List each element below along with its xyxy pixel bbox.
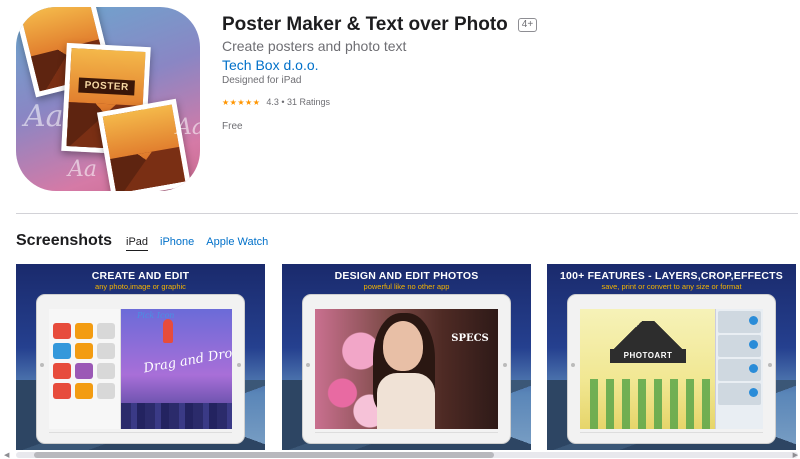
tablet-button xyxy=(768,363,772,367)
rating-row: ★★★★★ 4.3 • 31 Ratings xyxy=(222,97,330,107)
app-title: Poster Maker & Text over Photo xyxy=(222,14,508,35)
layer-item xyxy=(718,359,761,381)
tablet-camera xyxy=(40,363,44,367)
tablet-bottom-toolbar xyxy=(580,432,763,440)
city-skyline xyxy=(121,403,232,429)
tablet-frame: Pick Icon Drag and Drop xyxy=(36,294,245,444)
design-canvas: PHOTOART xyxy=(580,309,720,429)
tablet-bottom-toolbar xyxy=(49,432,232,440)
portrait-face xyxy=(383,321,423,371)
device-tabs: iPad iPhone Apple Watch xyxy=(126,236,268,251)
tab-iphone[interactable]: iPhone xyxy=(160,236,194,251)
tablet-toolbar xyxy=(49,301,232,307)
tablet-toolbar xyxy=(315,301,498,307)
photoart-badge: PHOTOART xyxy=(610,349,686,363)
tablet-screen: SPECS xyxy=(315,309,498,429)
screenshot-heading: 100+ FEATURES - LAYERS,CROP,EFFECTS xyxy=(560,270,783,282)
portrait-dress xyxy=(377,373,435,429)
poster-card xyxy=(96,98,192,191)
screenshots-title: Screenshots xyxy=(16,232,113,249)
script-aa-text: Aa xyxy=(24,99,64,134)
tablet-screen: Pick Icon Drag and Drop xyxy=(49,309,232,429)
app-subtitle: Create posters and photo text xyxy=(222,38,407,54)
tablet-bottom-toolbar xyxy=(315,432,498,440)
rating-text: 4.3 • 31 Ratings xyxy=(266,97,331,107)
poster-word: POSTER xyxy=(78,77,136,96)
tablet-frame: SPECS xyxy=(302,294,511,444)
screenshot-subheading: save, print or convert to any size or fo… xyxy=(601,282,742,291)
tab-apple-watch[interactable]: Apple Watch xyxy=(206,236,268,251)
designed-for-label: Designed for iPad xyxy=(222,75,302,86)
developer-link[interactable]: Tech Box d.o.o. xyxy=(222,57,319,73)
scroll-left-arrow-icon[interactable]: ◀ xyxy=(4,451,9,459)
screenshot-2[interactable]: DESIGN AND EDIT PHOTOS powerful like no … xyxy=(282,264,531,450)
script-aa-text: Aa xyxy=(68,157,98,182)
layer-item xyxy=(718,335,761,357)
icon-picker-panel xyxy=(49,309,121,429)
layer-item xyxy=(718,383,761,405)
drag-drop-text: Drag and Drop xyxy=(142,344,232,377)
app-icon: POSTER Aa Aa Aa xyxy=(16,7,200,191)
horizontal-scrollbar[interactable] xyxy=(16,452,798,458)
age-rating-badge: 4+ xyxy=(517,18,538,32)
scrollbar-thumb[interactable] xyxy=(34,452,494,458)
tablet-button xyxy=(503,363,507,367)
tablet-frame: PHOTOART xyxy=(567,294,776,444)
tablet-camera xyxy=(306,363,310,367)
tree-illustration xyxy=(590,379,710,429)
rocket-icon xyxy=(163,319,173,343)
price-label: Free xyxy=(222,121,243,132)
editor-canvas: Pick Icon Drag and Drop xyxy=(121,309,232,429)
tablet-toolbar xyxy=(580,301,763,307)
screenshot-1[interactable]: CREATE AND EDIT any photo,image or graph… xyxy=(16,264,265,450)
tablet-button xyxy=(237,363,241,367)
tab-ipad[interactable]: iPad xyxy=(126,236,149,251)
title-row: Poster Maker & Text over Photo 4+ xyxy=(222,14,538,36)
screenshot-subheading: powerful like no other app xyxy=(363,282,450,291)
scroll-right-arrow-icon[interactable]: ▶ xyxy=(793,451,798,459)
screenshot-heading: DESIGN AND EDIT PHOTOS xyxy=(334,270,479,282)
tablet-camera xyxy=(571,363,575,367)
icon-grid xyxy=(53,323,115,399)
tablet-screen: PHOTOART xyxy=(580,309,763,429)
star-rating-icon: ★★★★★ xyxy=(222,97,261,107)
mountain-logo-icon xyxy=(608,321,688,349)
screenshot-heading: CREATE AND EDIT xyxy=(91,270,190,282)
screenshot-3[interactable]: 100+ FEATURES - LAYERS,CROP,EFFECTS save… xyxy=(547,264,796,450)
screenshot-subheading: any photo,image or graphic xyxy=(95,282,186,291)
specs-text: SPECS xyxy=(451,333,489,344)
script-aa-text: Aa xyxy=(176,115,200,140)
layers-panel xyxy=(715,309,763,429)
layer-item xyxy=(718,311,761,333)
section-divider xyxy=(16,213,798,214)
